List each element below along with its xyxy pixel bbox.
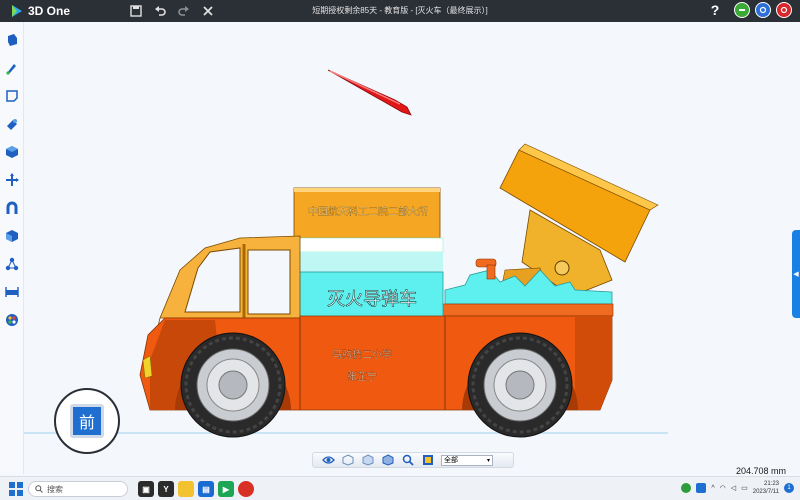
y-app-icon[interactable]: Y [158, 481, 174, 497]
store-icon[interactable]: ▤ [198, 481, 214, 497]
minimize-button[interactable] [734, 2, 750, 18]
clock-date: 2023/7/11 [752, 489, 779, 495]
clock-time: 21:23 [763, 481, 779, 487]
cube-view-2-icon [362, 454, 374, 466]
sketch-edit-icon[interactable] [5, 89, 19, 103]
taskbar-search[interactable]: 搜索 [28, 481, 128, 497]
start-icon[interactable] [8, 481, 24, 497]
search-placeholder: 搜索 [47, 484, 63, 494]
bottom-view-toolbar: 全部 ▾ [312, 452, 514, 468]
window-title: 短期授权剩余85天 - 教育版 - [灭火车（最终展示）] [312, 6, 488, 15]
auto-snap-icon[interactable] [5, 229, 19, 243]
chevron-down-icon: ▾ [486, 457, 490, 464]
3d-viewport[interactable]: 中国航天科工二院二部大所 灭火导弹车 马驹桥二小学 张芷宁 ◀ 前 全部 ▾ 2… [24, 22, 800, 474]
cabin-panel: 灭火导弹车 [299, 237, 444, 319]
maximize-icon [759, 6, 767, 14]
view-cube-label: 前 [78, 413, 95, 432]
rear-wheel[interactable] [467, 332, 573, 438]
view-cube[interactable]: 前 [54, 388, 120, 454]
front-wheel[interactable] [180, 332, 286, 438]
filter-button[interactable] [421, 453, 435, 467]
minimize-icon [739, 9, 745, 11]
cube-view-3-icon [382, 454, 394, 466]
model-scene: 中国航天科工二院二部大所 灭火导弹车 马驹桥二小学 张芷宁 [24, 69, 668, 438]
battery-icon[interactable]: ▭ [741, 484, 748, 492]
missile[interactable] [327, 69, 412, 116]
cube-view-2-button[interactable] [361, 453, 375, 467]
roof-box[interactable]: 中国航天科工二院二部大所 [293, 187, 441, 239]
basic-edit-icon[interactable] [5, 173, 19, 187]
roof-box-label: 中国航天科工二院二部大所 [308, 205, 428, 218]
cabin-label: 灭火导弹车 [327, 289, 417, 310]
notification-badge[interactable]: 1 [784, 483, 794, 493]
door-text-line2: 张芷宁 [347, 370, 377, 383]
chevron-up-icon[interactable]: ^ [711, 485, 714, 492]
tray-app-2-icon[interactable] [696, 483, 707, 493]
system-tray: ^ ◠ ◁ ▭ 21:23 2023/7/11 1 [681, 480, 794, 496]
zoom-icon [402, 454, 414, 466]
filter-select-value: 全部 [444, 457, 458, 464]
view-eye-icon [321, 456, 335, 464]
chevron-left-icon: ◀ [793, 271, 799, 278]
assembly-icon[interactable] [5, 257, 19, 271]
missile-launcher[interactable] [499, 143, 659, 297]
door-text-line1: 马驹桥二小学 [332, 348, 392, 361]
clock[interactable]: 21:23 2023/7/11 [753, 480, 779, 496]
title-bar: 3D One 短期授权剩余85天 - 教育版 - [灭火车（最终展示）] ? [0, 0, 800, 22]
view-cube-face[interactable]: 前 [70, 404, 104, 438]
maximize-button[interactable] [755, 2, 771, 18]
measure-readout: 204.708 mm [735, 466, 786, 474]
right-panel-toggle[interactable]: ◀ [792, 230, 800, 318]
special-function-icon[interactable] [5, 145, 19, 159]
view-eye-button[interactable] [321, 453, 335, 467]
cube-view-3-button[interactable] [381, 453, 395, 467]
3d-one-icon[interactable]: ▶ [218, 481, 234, 497]
taskbar: 搜索 ▣ Y ▤ ▶ ^ ◠ ◁ ▭ 21:23 2023/7/11 1 [0, 476, 800, 500]
folder-icon[interactable] [178, 481, 194, 497]
close-window-icon [780, 6, 788, 14]
filter-icon [423, 455, 433, 465]
chrome-icon[interactable] [238, 481, 254, 497]
cube-view-icon [342, 454, 354, 466]
sketch-icon[interactable] [5, 61, 19, 75]
search-icon [35, 485, 43, 493]
close-window-button[interactable] [776, 2, 792, 18]
help-button[interactable]: ? [707, 2, 723, 18]
filter-select[interactable]: 全部 ▾ [441, 454, 493, 466]
basic-solid-icon[interactable] [5, 33, 19, 47]
material-render-icon[interactable] [5, 313, 19, 327]
distance-measure-icon[interactable] [5, 285, 19, 299]
zoom-button[interactable] [401, 453, 415, 467]
tray-app-icon[interactable] [681, 483, 692, 493]
cube-view-button[interactable] [341, 453, 355, 467]
left-toolbar [0, 22, 24, 474]
combine-icon[interactable] [5, 201, 19, 215]
wifi-icon[interactable]: ◠ [720, 484, 726, 492]
task-view-icon[interactable]: ▣ [138, 481, 154, 497]
volume-icon[interactable]: ◁ [731, 484, 736, 492]
feature-icon[interactable] [5, 117, 19, 131]
